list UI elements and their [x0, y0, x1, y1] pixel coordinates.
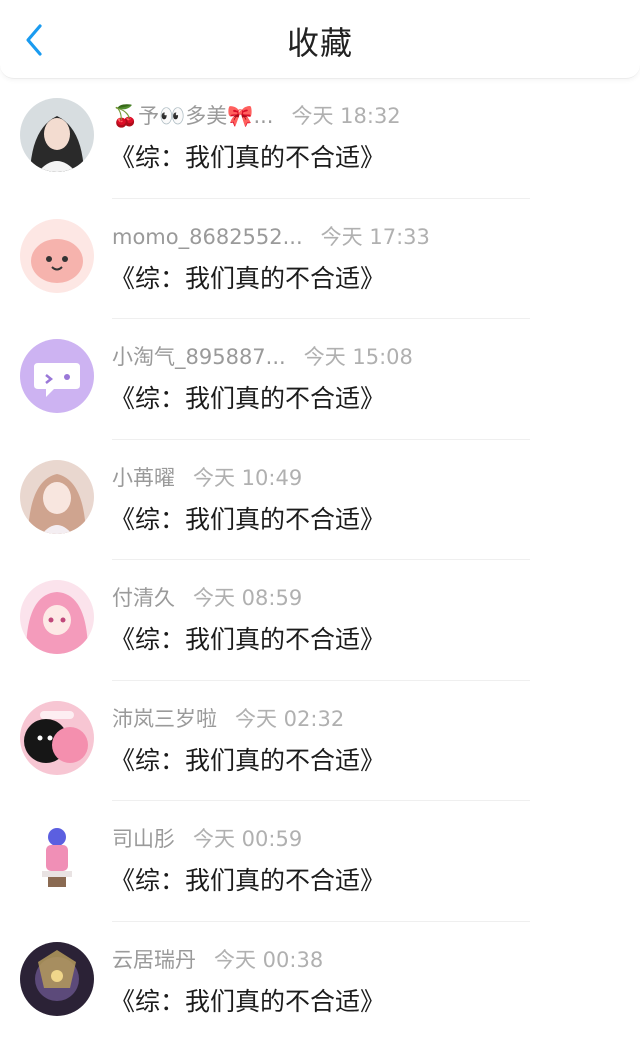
- favorites-list: 🍒予👀多美🎀... 今天 18:32 《综：我们真的不合适》 momo_86825…: [0, 78, 640, 1042]
- item-meta: 付清久 今天 08:59: [112, 582, 302, 612]
- item-meta: 沛岚三岁啦 今天 02:32: [112, 703, 344, 733]
- book-title[interactable]: 《综：我们真的不合适》: [110, 138, 385, 174]
- list-item[interactable]: 🍒予👀多美🎀... 今天 18:32 《综：我们真的不合适》: [0, 78, 640, 199]
- list-item[interactable]: 小苒曜 今天 10:49 《综：我们真的不合适》: [0, 440, 640, 560]
- username[interactable]: 司山肜: [112, 823, 175, 853]
- page-title: 收藏: [286, 24, 353, 62]
- avatar[interactable]: [20, 459, 94, 534]
- avatar[interactable]: [20, 580, 94, 654]
- list-item[interactable]: 沛岚三岁啦 今天 02:32 《综：我们真的不合适》: [0, 681, 640, 801]
- list-item[interactable]: 小淘气_895887... 今天 15:08 《综：我们真的不合适》: [0, 319, 640, 440]
- list-item[interactable]: 付清久 今天 08:59 《综：我们真的不合适》: [0, 560, 640, 681]
- username[interactable]: 小苒曜: [112, 462, 175, 492]
- username[interactable]: 🍒予👀多美🎀...: [112, 100, 273, 130]
- username[interactable]: 沛岚三岁啦: [112, 703, 217, 733]
- username[interactable]: 云居瑞丹: [112, 944, 196, 974]
- book-title[interactable]: 《综：我们真的不合适》: [110, 982, 385, 1018]
- book-title[interactable]: 《综：我们真的不合适》: [110, 379, 385, 415]
- avatar[interactable]: [20, 218, 94, 293]
- item-meta: momo_8682552... 今天 17:33: [112, 221, 430, 251]
- book-title[interactable]: 《综：我们真的不合适》: [110, 741, 385, 777]
- timestamp: 今天 00:38: [214, 947, 324, 972]
- list-item[interactable]: 司山肜 今天 00:59 《综：我们真的不合适》: [0, 801, 640, 922]
- item-meta: 🍒予👀多美🎀... 今天 18:32: [112, 100, 401, 130]
- top-bar: 收藏: [0, 0, 640, 79]
- timestamp: 今天 15:08: [303, 345, 413, 369]
- item-meta: 云居瑞丹 今天 00:38: [112, 944, 323, 974]
- book-title[interactable]: 《综：我们真的不合适》: [110, 861, 385, 897]
- username[interactable]: momo_8682552...: [112, 225, 303, 249]
- book-title[interactable]: 《综：我们真的不合适》: [110, 259, 385, 295]
- timestamp: 今天 08:59: [193, 586, 303, 610]
- avatar[interactable]: [20, 941, 94, 1016]
- timestamp: 今天 02:32: [235, 706, 345, 731]
- item-meta: 小淘气_895887... 今天 15:08: [112, 341, 413, 371]
- list-item[interactable]: momo_8682552... 今天 17:33 《综：我们真的不合适》: [0, 199, 640, 319]
- timestamp: 今天 17:33: [320, 224, 430, 249]
- timestamp: 今天 10:49: [193, 465, 303, 490]
- item-meta: 小苒曜 今天 10:49: [112, 462, 302, 492]
- timestamp: 今天 18:32: [291, 104, 401, 128]
- avatar[interactable]: [20, 821, 94, 895]
- item-meta: 司山肜 今天 00:59: [112, 823, 302, 853]
- avatar[interactable]: [20, 339, 94, 413]
- book-title[interactable]: 《综：我们真的不合适》: [110, 500, 385, 536]
- avatar[interactable]: [20, 98, 94, 172]
- username[interactable]: 付清久: [112, 582, 175, 612]
- list-item[interactable]: 云居瑞丹 今天 00:38 《综：我们真的不合适》: [0, 922, 640, 1043]
- avatar[interactable]: [20, 700, 94, 775]
- username[interactable]: 小淘气_895887...: [112, 341, 286, 371]
- timestamp: 今天 00:59: [193, 827, 303, 851]
- book-title[interactable]: 《综：我们真的不合适》: [110, 620, 385, 656]
